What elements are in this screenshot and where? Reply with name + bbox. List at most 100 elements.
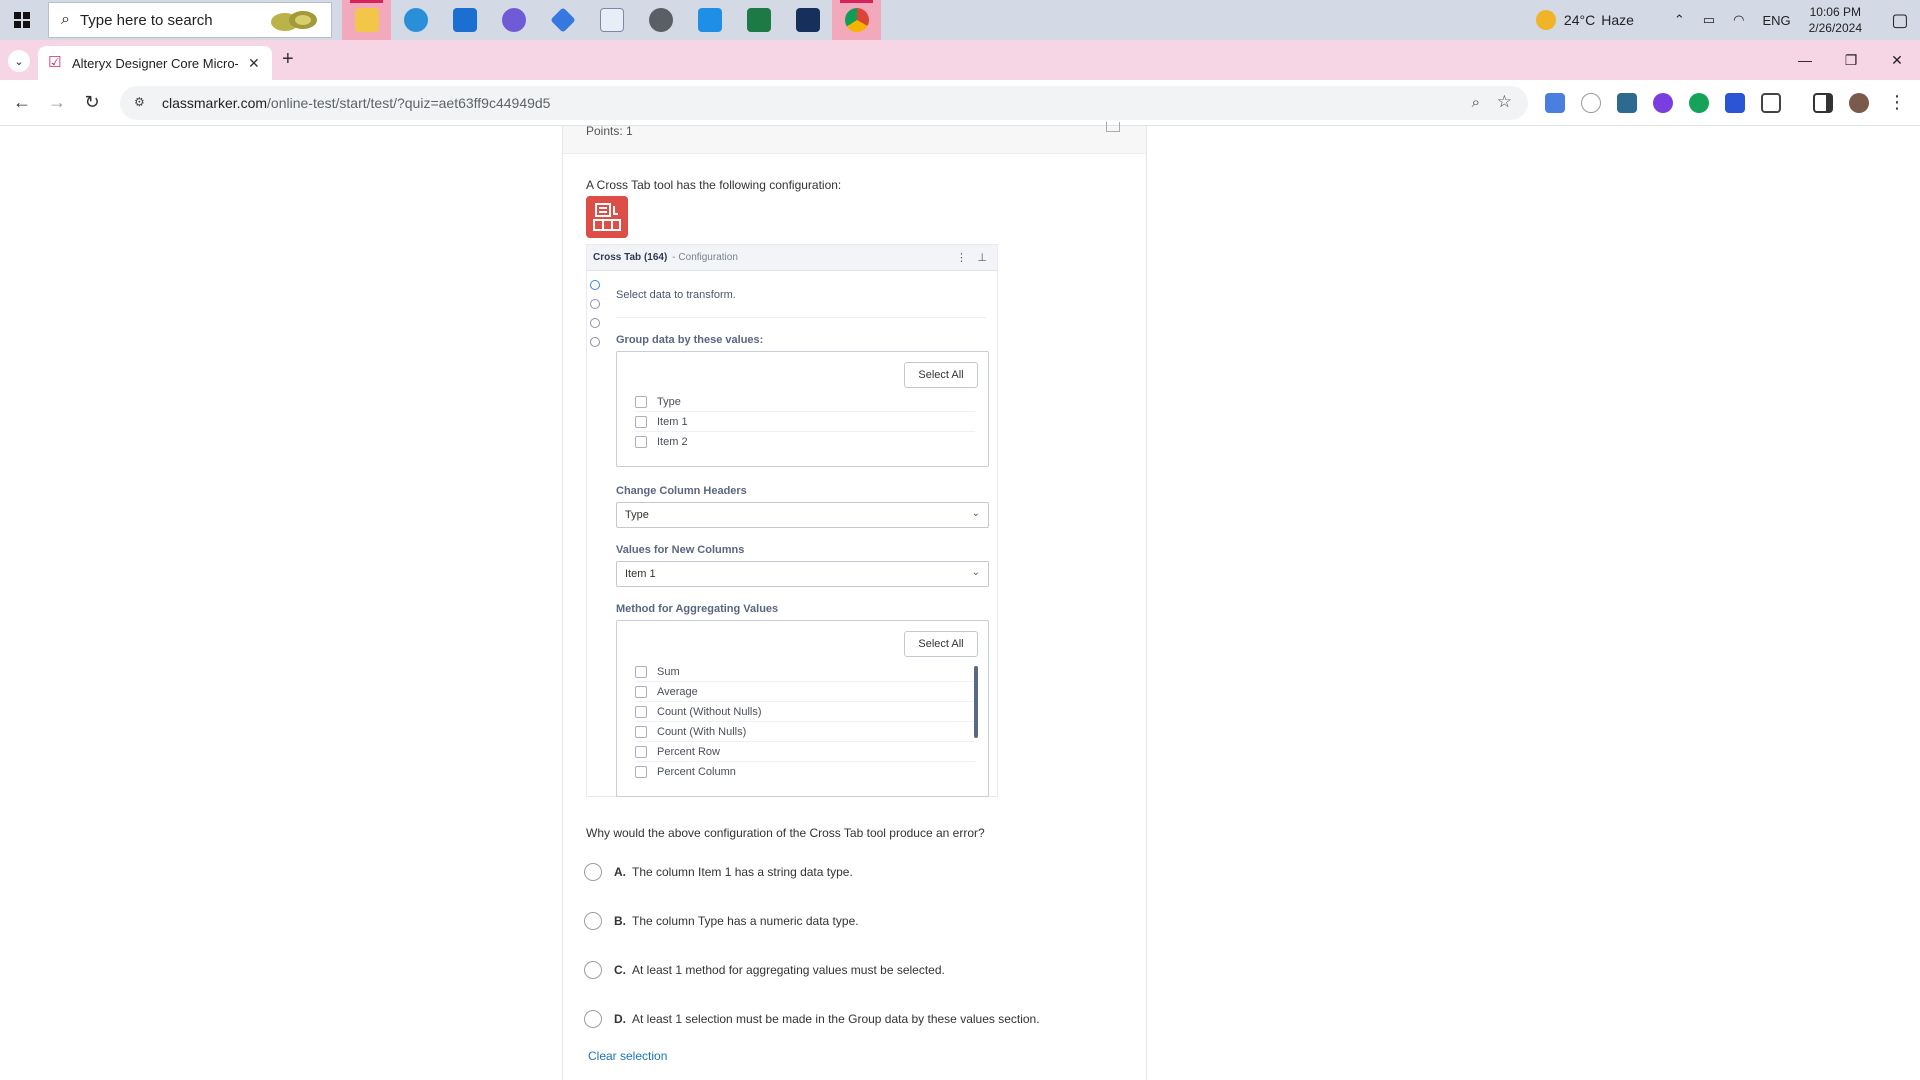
method-row[interactable]: Sum — [635, 662, 975, 682]
help-icon[interactable] — [590, 337, 600, 347]
method-select-all-button[interactable]: Select All — [904, 631, 978, 657]
forward-arrow-icon[interactable]: → — [46, 92, 68, 113]
minimize-icon[interactable]: — — [1782, 40, 1828, 80]
answer-option-a[interactable]: A. The column Item 1 has a string data t… — [584, 860, 1114, 884]
taskbar-edge[interactable] — [391, 0, 440, 40]
extensions-puzzle-icon[interactable] — [1761, 93, 1781, 113]
method-row[interactable]: Average — [635, 682, 975, 702]
profile-avatar[interactable] — [1849, 93, 1869, 113]
checkbox[interactable] — [635, 436, 647, 448]
close-window-icon[interactable]: ✕ — [1874, 40, 1920, 80]
url-path: /online-test/start/test/?quiz=aet63ff9c4… — [267, 95, 551, 111]
checkbox[interactable] — [635, 415, 647, 428]
taskbar-settings[interactable] — [636, 0, 685, 40]
extension-purple-icon[interactable] — [1653, 93, 1673, 113]
values-dropdown[interactable]: Item 1 ⌄ — [616, 561, 989, 587]
zoom-magnifier-icon[interactable]: ⌕ — [1472, 94, 1480, 111]
answer-option-c[interactable]: C. At least 1 method for aggregating val… — [584, 958, 1114, 982]
method-row[interactable]: Percent Row — [635, 742, 975, 762]
config-more-icon[interactable]: ⋮ — [956, 251, 967, 264]
windows-icon — [14, 12, 30, 28]
browser-menu-kebab-icon[interactable]: ⋮ — [1888, 92, 1906, 113]
method-label: Method for Aggregating Values — [616, 603, 779, 615]
column-headers-value: Type — [625, 509, 649, 521]
flag-question-icon[interactable] — [1106, 122, 1120, 132]
windows-taskbar: ⌕ Type here to search 24°C Haze ⌃ ▭ ◠ EN… — [0, 0, 1920, 40]
grammarly-icon[interactable] — [1689, 93, 1709, 113]
battery-icon[interactable]: ▭ — [1703, 12, 1715, 28]
taskbar-powershell[interactable] — [783, 0, 832, 40]
method-scrollbar[interactable] — [974, 666, 978, 738]
clear-selection-link[interactable]: Clear selection — [588, 1049, 667, 1063]
excel-icon — [746, 8, 771, 32]
checkbox[interactable] — [635, 705, 647, 718]
method-row[interactable]: Count (With Nulls) — [635, 722, 975, 742]
option-text: At least 1 method for aggregating values… — [632, 963, 945, 977]
group-field-row[interactable]: Item 2 — [635, 432, 975, 452]
site-info-icon[interactable]: ⚙ — [134, 95, 150, 111]
taskbar-clock[interactable]: 10:06 PM 2/26/2024 — [1809, 4, 1862, 36]
annotation-tag-icon[interactable] — [590, 318, 600, 328]
checkbox[interactable] — [635, 665, 647, 678]
method-label-text: Percent Row — [657, 745, 720, 758]
radio-button[interactable] — [584, 1010, 602, 1028]
checkbox[interactable] — [635, 685, 647, 698]
layout-icon[interactable] — [590, 299, 600, 309]
side-panel-icon[interactable] — [1813, 93, 1833, 113]
taskbar-app-4[interactable] — [489, 0, 538, 40]
taskbar-excel[interactable] — [734, 0, 783, 40]
address-bar[interactable]: ⚙ classmarker.com/online-test/start/test… — [120, 86, 1528, 120]
wifi-icon[interactable]: ◠ — [1733, 12, 1744, 28]
translate-extension-icon[interactable] — [1545, 93, 1565, 113]
pin-icon[interactable]: ⊥ — [977, 251, 987, 264]
checkbox[interactable] — [635, 745, 647, 758]
extension-blue-icon[interactable] — [1725, 93, 1745, 113]
group-fields-box: Select All Type Item 1 Item 2 — [616, 351, 989, 467]
notification-icon[interactable]: ▢ — [1880, 0, 1920, 40]
method-row[interactable]: Count (Without Nulls) — [635, 702, 975, 722]
config-intro: Select data to transform. — [616, 289, 736, 301]
taskbar-app-8[interactable] — [685, 0, 734, 40]
configuration-gear-icon[interactable] — [590, 280, 600, 290]
restore-icon[interactable]: ❐ — [1828, 40, 1874, 80]
start-button[interactable] — [0, 0, 44, 40]
taskbar-chrome[interactable] — [832, 0, 881, 40]
answer-option-b[interactable]: B. The column Type has a numeric data ty… — [584, 909, 1114, 933]
bookmark-star-icon[interactable]: ☆ — [1497, 92, 1512, 112]
taskbar-app-6[interactable] — [587, 0, 636, 40]
chevron-up-icon[interactable]: ⌃ — [1674, 12, 1685, 28]
terminal-icon — [795, 8, 820, 32]
checkbox[interactable] — [635, 766, 647, 778]
weather-temp[interactable]: 24°C — [1564, 12, 1595, 28]
taskbar-search-box[interactable]: ⌕ Type here to search — [48, 2, 332, 38]
reload-icon[interactable]: ↻ — [81, 92, 103, 113]
language-indicator[interactable]: ENG — [1762, 13, 1790, 28]
radio-button[interactable] — [584, 961, 602, 979]
photo-app-icon — [697, 8, 722, 32]
radio-button[interactable] — [584, 912, 602, 930]
taskbar-file-explorer[interactable] — [342, 0, 391, 40]
chevron-down-icon: ⌄ — [971, 567, 980, 578]
checkbox[interactable] — [635, 395, 647, 408]
taskbar-app-5[interactable] — [538, 0, 587, 40]
answer-option-d[interactable]: D. At least 1 selection must be made in … — [584, 1007, 1114, 1031]
group-field-row[interactable]: Item 1 — [635, 412, 975, 432]
divider — [616, 317, 986, 318]
radio-button[interactable] — [584, 863, 602, 881]
browser-tab-active[interactable]: ☑ Alteryx Designer Core Micro-Cr ✕ — [38, 46, 272, 80]
group-field-row[interactable]: Type — [635, 392, 975, 412]
checkbox[interactable] — [635, 725, 647, 738]
method-row[interactable]: Percent Column — [635, 762, 975, 782]
extension-print-icon[interactable] — [1617, 93, 1637, 113]
column-headers-dropdown[interactable]: Type ⌄ — [616, 502, 989, 528]
extension-graph-icon[interactable] — [1581, 93, 1601, 113]
url-host: classmarker.com — [162, 95, 268, 111]
group-select-all-button[interactable]: Select All — [904, 362, 978, 388]
taskbar-mail[interactable] — [440, 0, 489, 40]
weather-desc[interactable]: Haze — [1601, 12, 1634, 28]
option-text: The column Item 1 has a string data type… — [632, 865, 853, 879]
tab-close-icon[interactable]: ✕ — [248, 55, 260, 72]
new-tab-plus-icon[interactable]: + — [282, 48, 294, 71]
tab-search-chevron-icon[interactable]: ⌄ — [8, 50, 30, 72]
back-arrow-icon[interactable]: ← — [11, 92, 33, 113]
